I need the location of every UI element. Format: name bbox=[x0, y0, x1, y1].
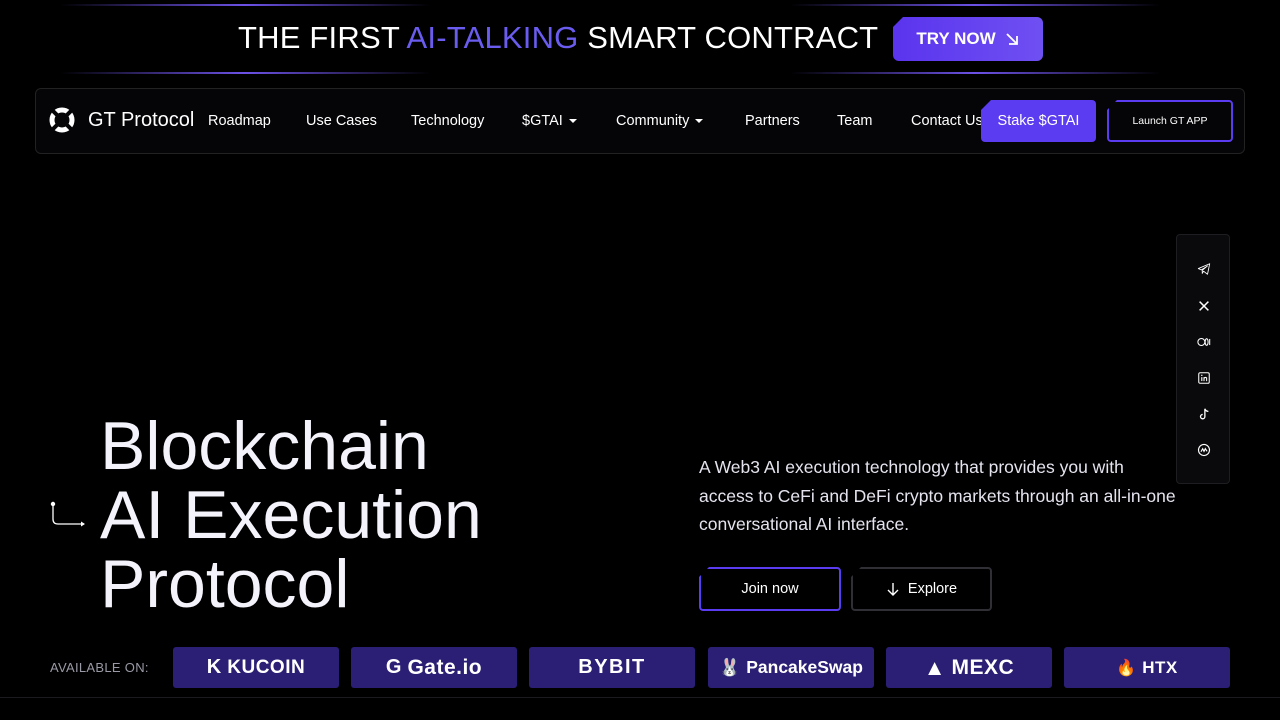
arrow-down-icon bbox=[887, 583, 899, 596]
exchange-kucoin[interactable]: K KUCOIN bbox=[173, 647, 339, 688]
nav-team[interactable]: Team bbox=[837, 113, 872, 129]
nav-community-dropdown[interactable]: Community bbox=[616, 113, 704, 129]
tiktok-icon[interactable] bbox=[1196, 406, 1212, 422]
footer-divider bbox=[0, 697, 1280, 698]
try-now-label: TRY NOW bbox=[916, 29, 996, 48]
x-icon[interactable] bbox=[1196, 298, 1212, 314]
logo-text: GT Protocol bbox=[88, 108, 195, 131]
caret-down-icon bbox=[568, 119, 577, 123]
exchange-name: Gate.io bbox=[407, 655, 483, 679]
exchange-name: KUCOIN bbox=[227, 656, 306, 678]
nav-roadmap[interactable]: Roadmap bbox=[208, 113, 271, 129]
nav-roadmap-label: Roadmap bbox=[208, 113, 271, 129]
top-banner: THE FIRST AI-TALKING SMART CONTRACT TRY … bbox=[0, 0, 1280, 78]
nav-team-label: Team bbox=[837, 113, 873, 129]
nav-contact-us-label: Contact Us bbox=[911, 113, 983, 129]
nav-partners[interactable]: Partners bbox=[745, 113, 800, 129]
banner-title-suffix: SMART CONTRACT bbox=[578, 20, 879, 55]
exchange-name: HTX bbox=[1142, 657, 1178, 677]
gateio-icon: G bbox=[385, 656, 402, 678]
join-now-label: Join now bbox=[741, 581, 799, 597]
social-links bbox=[1176, 234, 1230, 484]
explore-button[interactable]: Explore bbox=[851, 567, 992, 611]
caret-down-icon bbox=[695, 119, 704, 123]
exchange-gateio[interactable]: G Gate.io bbox=[351, 647, 517, 688]
exchange-name: MEXC bbox=[951, 655, 1015, 679]
nav-use-cases[interactable]: Use Cases bbox=[306, 113, 377, 129]
launch-gt-app-label: Launch GT APP bbox=[1132, 115, 1208, 127]
banner-divider bbox=[60, 4, 430, 6]
logo[interactable]: GT Protocol bbox=[48, 106, 194, 134]
stake-gtai-label: Stake $GTAI bbox=[997, 113, 1080, 129]
nav-technology[interactable]: Technology bbox=[411, 113, 484, 129]
coinmarketcap-icon[interactable] bbox=[1196, 442, 1212, 458]
hero-description: A Web3 AI execution technology that prov… bbox=[699, 457, 1176, 534]
hero-title-line: AI Execution bbox=[100, 477, 482, 553]
exchange-bybit[interactable]: BYBIT bbox=[529, 647, 695, 688]
banner-title-accent: AI-TALKING bbox=[406, 20, 579, 55]
medium-icon[interactable] bbox=[1196, 334, 1212, 350]
banner-title: THE FIRST AI-TALKING SMART CONTRACT bbox=[238, 20, 878, 56]
exchange-pancakeswap[interactable]: 🐰 PancakeSwap bbox=[708, 647, 874, 688]
mexc-icon: ▲ bbox=[923, 654, 946, 680]
nav-contact-us[interactable]: Contact Us bbox=[911, 113, 983, 129]
nav-gtai-dropdown[interactable]: $GTAI bbox=[522, 113, 577, 129]
try-now-button[interactable]: TRY NOW bbox=[893, 17, 1043, 61]
nav-use-cases-label: Use Cases bbox=[306, 113, 377, 129]
main-navbar: GT Protocol Roadmap Use Cases Technology… bbox=[35, 88, 1245, 154]
gt-logo-icon bbox=[49, 107, 75, 133]
nav-technology-label: Technology bbox=[411, 113, 485, 129]
launch-gt-app-button[interactable]: Launch GT APP bbox=[1107, 100, 1233, 142]
explore-label: Explore bbox=[907, 581, 958, 597]
hero-title-line: Protocol bbox=[100, 546, 350, 622]
banner-divider bbox=[60, 72, 430, 74]
telegram-icon[interactable] bbox=[1196, 261, 1212, 277]
available-on-label: AVAILABLE ON: bbox=[50, 660, 149, 675]
hero-title-line: Blockchain bbox=[100, 408, 429, 484]
exchange-mexc[interactable]: ▲ MEXC bbox=[886, 647, 1052, 688]
nav-community-label: Community bbox=[616, 113, 690, 129]
banner-divider bbox=[790, 72, 1160, 74]
join-now-button[interactable]: Join now bbox=[699, 567, 841, 611]
hero-title: Blockchain AI Execution Protocol bbox=[100, 412, 482, 619]
stake-gtai-button[interactable]: Stake $GTAI bbox=[981, 100, 1096, 142]
exchange-name: BYBIT bbox=[578, 656, 646, 678]
exchange-name: PancakeSwap bbox=[746, 657, 863, 677]
pancakeswap-icon: 🐰 bbox=[719, 657, 741, 677]
nav-partners-label: Partners bbox=[745, 113, 800, 129]
banner-title-prefix: THE FIRST bbox=[238, 20, 407, 55]
banner-divider bbox=[790, 4, 1160, 6]
kucoin-icon: K bbox=[206, 656, 222, 678]
linkedin-icon[interactable] bbox=[1196, 370, 1212, 386]
htx-icon: 🔥 bbox=[1116, 659, 1137, 677]
arrow-down-right-icon bbox=[1006, 33, 1018, 45]
exchange-htx[interactable]: 🔥 HTX bbox=[1064, 647, 1230, 688]
corner-arrow-icon bbox=[50, 501, 85, 527]
nav-gtai-label: $GTAI bbox=[522, 113, 563, 129]
